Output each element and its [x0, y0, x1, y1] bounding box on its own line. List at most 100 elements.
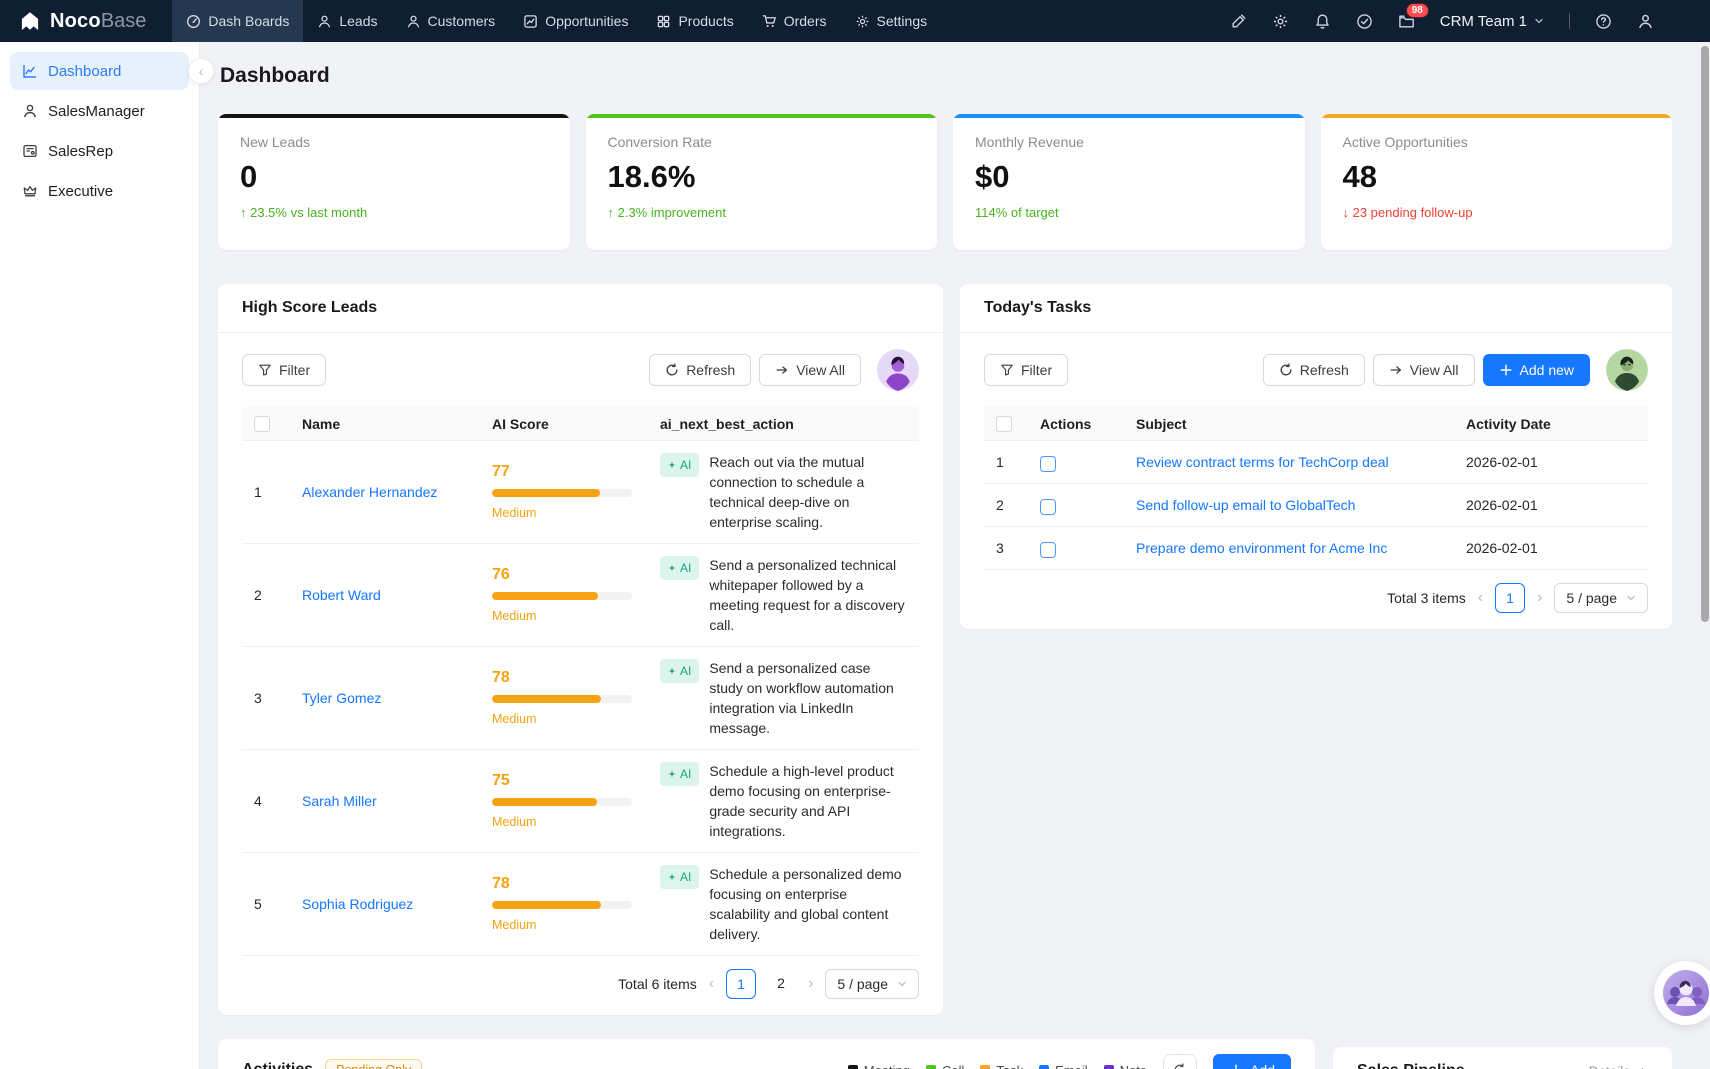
- filter-button[interactable]: Filter: [984, 354, 1068, 386]
- stat-value: 0: [240, 159, 548, 195]
- row-index: 1: [984, 441, 1028, 484]
- column-header-ai-score: AI Score: [480, 407, 648, 441]
- gear-icon[interactable]: [1272, 13, 1289, 30]
- stat-delta: ↑ 2.3% improvement: [608, 205, 916, 220]
- pagination-next[interactable]: ›: [1535, 589, 1544, 607]
- add-activity-button[interactable]: Add: [1213, 1054, 1291, 1069]
- pagination-total: Total 6 items: [618, 976, 697, 992]
- pagination-page-2[interactable]: 2: [766, 969, 796, 999]
- stat-delta: ↓ 23 pending follow-up: [1343, 205, 1651, 220]
- pagination-next[interactable]: ›: [806, 975, 815, 993]
- check-circle-icon[interactable]: [1356, 13, 1373, 30]
- column-header-activity-date: Activity Date: [1454, 407, 1604, 441]
- sidebar-item-salesmanager[interactable]: SalesManager: [10, 92, 189, 130]
- stat-label: Conversion Rate: [608, 134, 916, 150]
- select-all-checkbox[interactable]: [996, 416, 1012, 432]
- arrow-right-icon: [775, 363, 789, 377]
- sidebar-item-executive[interactable]: Executive: [10, 172, 189, 210]
- lead-name-link[interactable]: Robert Ward: [302, 587, 381, 603]
- sales-pipeline-panel: Sales Pipeline Details Prospecting 21: [1333, 1047, 1672, 1069]
- pagination-prev[interactable]: ‹: [707, 975, 716, 993]
- pipeline-details-link[interactable]: Details: [1589, 1064, 1648, 1069]
- add-new-button[interactable]: Add new: [1483, 354, 1590, 386]
- pending-only-badge[interactable]: Pending Only: [325, 1059, 422, 1069]
- avatar[interactable]: [877, 349, 919, 391]
- lead-name-link[interactable]: Sophia Rodriguez: [302, 896, 413, 912]
- workflow-tasks-icon[interactable]: 98: [1398, 13, 1415, 30]
- pagination-total: Total 3 items: [1387, 590, 1466, 606]
- task-subject-link[interactable]: Review contract terms for TechCorp deal: [1136, 454, 1389, 470]
- refresh-icon: [1173, 1063, 1187, 1069]
- filter-button[interactable]: Filter: [242, 354, 326, 386]
- team-selector-dropdown[interactable]: CRM Team 1: [1440, 13, 1544, 30]
- help-icon[interactable]: [1595, 13, 1612, 30]
- task-complete-checkbox[interactable]: [1040, 499, 1056, 515]
- page-size-select[interactable]: 5 / page: [1554, 583, 1648, 613]
- sidebar-item-dashboard[interactable]: Dashboard: [10, 52, 189, 90]
- line-chart-icon: [22, 63, 38, 79]
- column-header-next-best-action: ai_next_best_action: [648, 407, 919, 441]
- task-subject-link[interactable]: Send follow-up email to GlobalTech: [1136, 497, 1355, 513]
- task-activity-date: 2026-02-01: [1454, 527, 1604, 570]
- ai-badge: AI: [660, 865, 699, 889]
- view-all-button[interactable]: View All: [759, 354, 861, 386]
- bell-icon[interactable]: [1314, 13, 1331, 30]
- stat-cards-row: New Leads 0 ↑ 23.5% vs last month Conver…: [218, 114, 1672, 250]
- pagination-prev[interactable]: ‹: [1476, 589, 1485, 607]
- nocobase-logo[interactable]: NocoBase: [0, 0, 172, 42]
- task-subject-link[interactable]: Prepare demo environment for Acme Inc: [1136, 540, 1387, 556]
- row-index: 1: [242, 441, 290, 544]
- lead-row: 1 Alexander Hernandez 77 Medium AI Reach…: [242, 441, 919, 544]
- top-navbar: NocoBase Dash Boards Leads Customers Opp…: [0, 0, 1710, 42]
- people-avatar-icon: [1663, 970, 1709, 1016]
- highlighter-icon[interactable]: [1230, 13, 1247, 30]
- legend-item-call: Call: [926, 1063, 964, 1069]
- leads-table: Name AI Score ai_next_best_action 1 Alex…: [242, 407, 919, 956]
- panel-title: Today's Tasks: [984, 299, 1091, 317]
- ai-score-value: 78: [492, 874, 636, 894]
- sidebar-collapse-button[interactable]: ‹: [188, 58, 214, 84]
- vertical-scrollbar[interactable]: [1701, 46, 1709, 622]
- stat-delta: 114% of target: [975, 205, 1283, 220]
- menu-item-customers[interactable]: Customers: [392, 0, 510, 42]
- avatar[interactable]: [1606, 349, 1648, 391]
- stat-card-active-opportunities: Active Opportunities 48 ↓ 23 pending fol…: [1321, 114, 1673, 250]
- sidebar: Dashboard SalesManager SalesRep Executiv…: [0, 42, 200, 1069]
- legend-color-swatch: [1039, 1065, 1049, 1069]
- page-size-select[interactable]: 5 / page: [825, 969, 919, 999]
- legend-item-email: Email: [1039, 1063, 1088, 1069]
- lead-name-link[interactable]: Sarah Miller: [302, 793, 377, 809]
- user-icon: [22, 103, 38, 119]
- select-all-checkbox[interactable]: [254, 416, 270, 432]
- menu-item-dashboards[interactable]: Dash Boards: [172, 0, 303, 42]
- menu-item-settings[interactable]: Settings: [841, 0, 942, 42]
- cart-icon: [762, 14, 777, 29]
- pagination-page-1[interactable]: 1: [1495, 583, 1525, 613]
- column-header-subject: Subject: [1124, 407, 1454, 441]
- menu-item-leads[interactable]: Leads: [303, 0, 391, 42]
- user-profile-icon[interactable]: [1637, 13, 1654, 30]
- lead-name-link[interactable]: Alexander Hernandez: [302, 484, 437, 500]
- tasks-pagination: Total 3 items ‹ 1 › 5 / page: [984, 570, 1648, 619]
- ai-score-level: Medium: [492, 709, 636, 729]
- refresh-button[interactable]: Refresh: [649, 354, 751, 386]
- task-complete-checkbox[interactable]: [1040, 542, 1056, 558]
- ai-score-bar: [492, 901, 632, 909]
- refresh-button[interactable]: Refresh: [1263, 354, 1365, 386]
- legend-color-swatch: [926, 1065, 936, 1069]
- logo-text-bold: Noco: [50, 10, 101, 32]
- pagination-page-1[interactable]: 1: [726, 969, 756, 999]
- sidebar-item-salesrep[interactable]: SalesRep: [10, 132, 189, 170]
- view-all-button[interactable]: View All: [1373, 354, 1475, 386]
- menu-item-products[interactable]: Products: [642, 0, 747, 42]
- refresh-activities-button[interactable]: [1163, 1054, 1197, 1069]
- lead-name-link[interactable]: Tyler Gomez: [302, 690, 381, 706]
- ai-score-bar: [492, 489, 632, 497]
- task-complete-checkbox[interactable]: [1040, 456, 1056, 472]
- task-row: 2 Send follow-up email to GlobalTech 202…: [984, 484, 1648, 527]
- menu-item-orders[interactable]: Orders: [748, 0, 841, 42]
- next-best-action-text: Send a personalized technical whitepaper…: [709, 555, 907, 635]
- team-members-floating-button[interactable]: [1654, 961, 1710, 1025]
- menu-item-opportunities[interactable]: Opportunities: [509, 0, 642, 42]
- arrow-right-icon: [1389, 363, 1403, 377]
